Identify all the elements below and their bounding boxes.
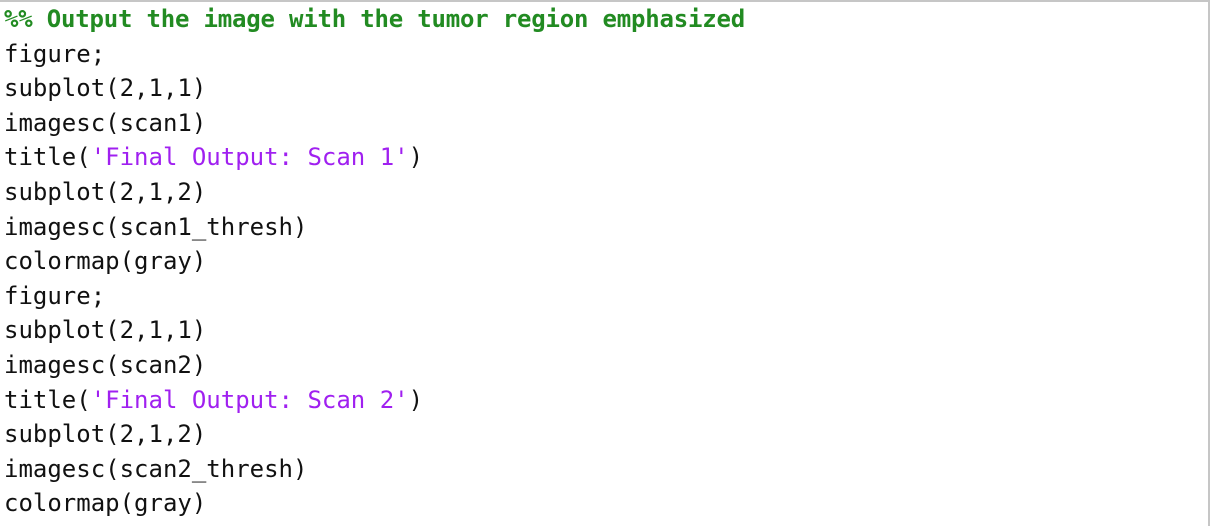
code-token-plain: subplot(2,1,2) — [4, 420, 207, 449]
code-line: subplot(2,1,2) — [4, 417, 1208, 452]
code-token-plain: imagesc(scan2) — [4, 350, 207, 379]
code-snippet-panel: %% Output the image with the tumor regio… — [0, 0, 1210, 526]
code-token-plain: subplot(2,1,1) — [4, 316, 207, 345]
code-token-plain: subplot(2,1,1) — [4, 74, 207, 103]
code-token-plain: colormap(gray) — [4, 489, 207, 518]
code-line-list: %% Output the image with the tumor regio… — [4, 2, 1208, 521]
code-line: colormap(gray) — [4, 244, 1208, 279]
code-line: subplot(2,1,1) — [4, 313, 1208, 348]
code-line: figure; — [4, 37, 1208, 72]
code-line: subplot(2,1,2) — [4, 175, 1208, 210]
code-token-plain: imagesc(scan1_thresh) — [4, 212, 308, 241]
code-token-comment: %% Output the image with the tumor regio… — [4, 5, 745, 33]
code-token-string: 'Final Output: Scan 2' — [90, 385, 409, 414]
code-line: title('Final Output: Scan 1') — [4, 140, 1208, 175]
code-token-plain: imagesc(scan1) — [4, 108, 207, 137]
code-token-plain: ) — [408, 143, 424, 172]
code-token-plain: title( — [4, 385, 91, 414]
code-token-plain: colormap(gray) — [4, 247, 207, 276]
code-token-plain: figure; — [4, 281, 106, 310]
code-line: figure; — [4, 279, 1208, 314]
code-token-plain: imagesc(scan2_thresh) — [4, 454, 308, 483]
code-token-plain: ) — [408, 385, 424, 414]
code-token-plain: figure; — [4, 39, 106, 68]
code-line: imagesc(scan2) — [4, 348, 1208, 383]
code-line: %% Output the image with the tumor regio… — [4, 2, 1208, 37]
code-line: subplot(2,1,1) — [4, 71, 1208, 106]
code-line: imagesc(scan2_thresh) — [4, 452, 1208, 487]
code-line: imagesc(scan1) — [4, 106, 1208, 141]
code-line: colormap(gray) — [4, 486, 1208, 521]
code-line: title('Final Output: Scan 2') — [4, 383, 1208, 418]
code-line: imagesc(scan1_thresh) — [4, 210, 1208, 245]
code-token-plain: title( — [4, 143, 91, 172]
code-token-plain: subplot(2,1,2) — [4, 177, 207, 206]
code-token-string: 'Final Output: Scan 1' — [90, 143, 409, 172]
